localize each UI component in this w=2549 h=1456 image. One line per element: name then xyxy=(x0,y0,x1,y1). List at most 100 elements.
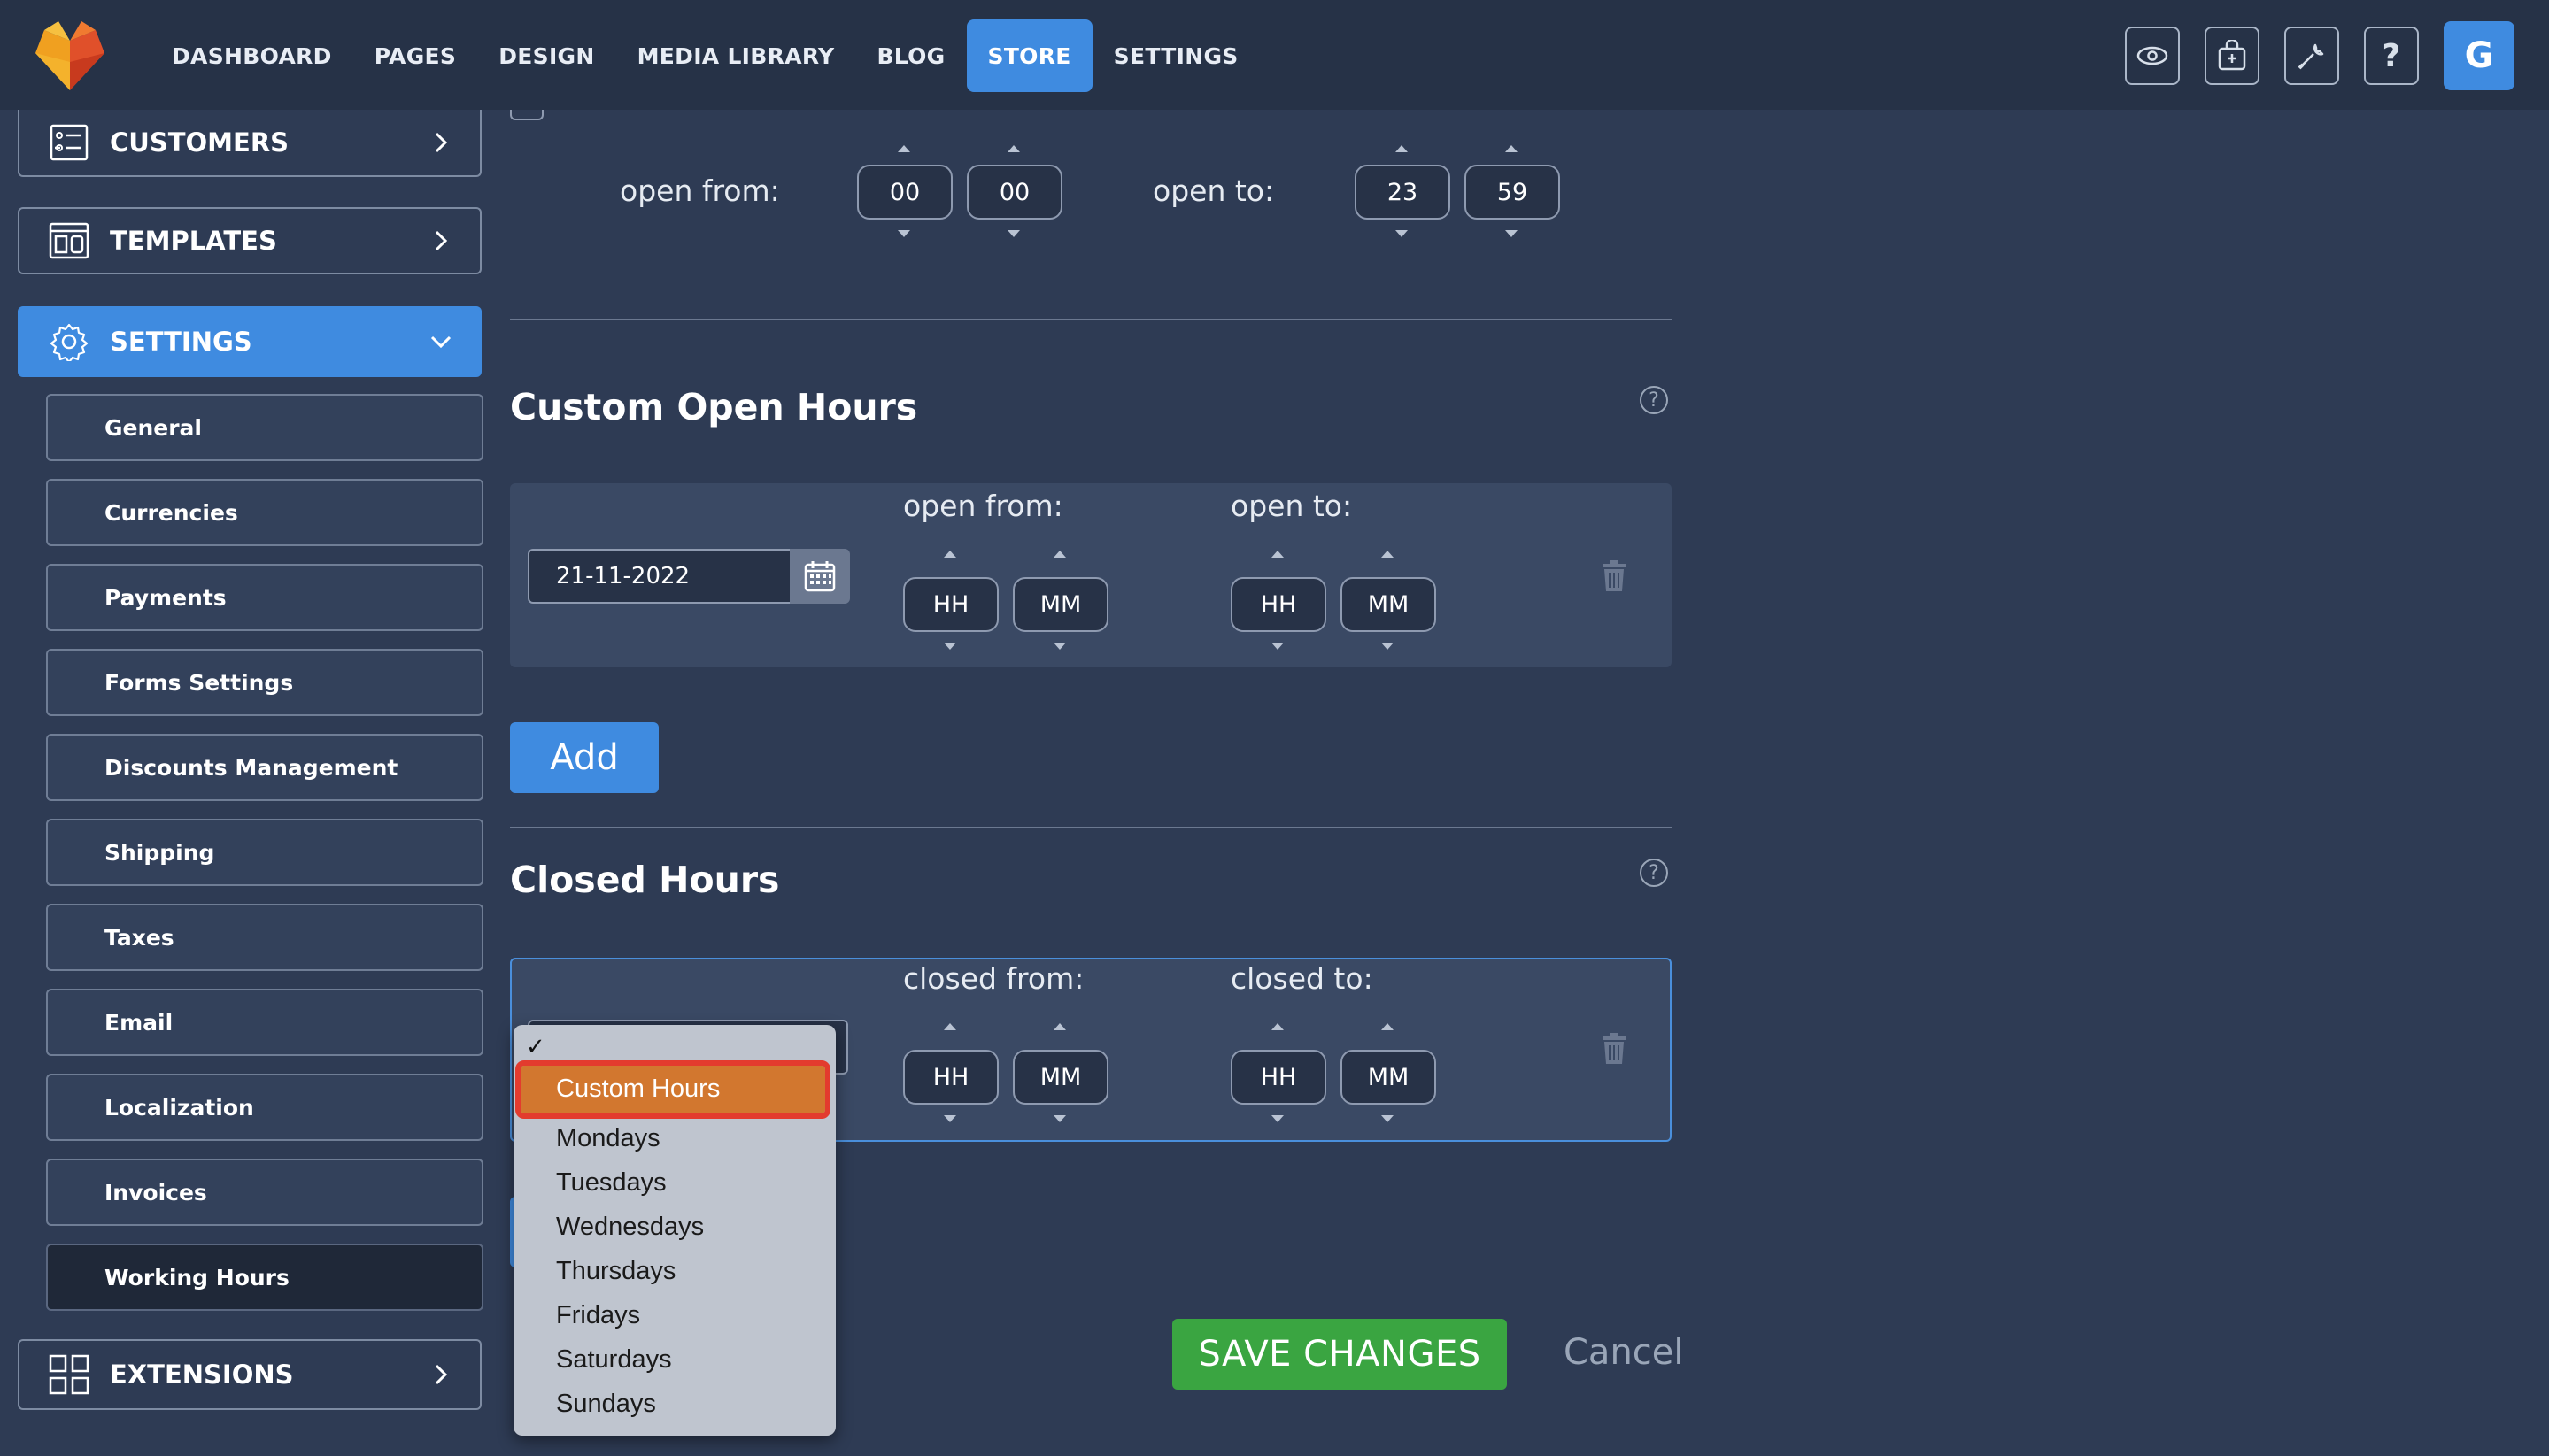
calendar-icon[interactable] xyxy=(790,549,850,604)
avatar[interactable]: G xyxy=(2444,21,2514,90)
custom-to-hh-down[interactable] xyxy=(1271,643,1284,650)
sidebar-item-settings[interactable]: SETTINGS xyxy=(18,306,482,377)
weekly-from-hh-down[interactable] xyxy=(898,230,910,237)
nav-design[interactable]: DESIGN xyxy=(477,19,615,92)
divider xyxy=(510,827,1672,828)
dropdown-option-label: Custom Hours xyxy=(556,1075,721,1103)
nav-dashboard[interactable]: DASHBOARD xyxy=(151,19,353,92)
sidebar-sub-shipping[interactable]: Shipping xyxy=(46,819,483,886)
custom-open-help-icon[interactable]: ? xyxy=(1640,386,1668,414)
weekly-from-mm-input[interactable]: 00 xyxy=(967,165,1062,220)
custom-to-mm-input[interactable]: MM xyxy=(1340,577,1436,632)
closed-from-hh-input[interactable]: HH xyxy=(903,1050,999,1105)
help-icon[interactable]: ? xyxy=(2364,27,2419,85)
closed-from-hh-up[interactable] xyxy=(944,1023,956,1030)
sidebar-sub-forms-settings[interactable]: Forms Settings xyxy=(46,649,483,716)
sidebar-label-extensions: EXTENSIONS xyxy=(110,1360,294,1390)
closed-to-mm-input[interactable]: MM xyxy=(1340,1050,1436,1105)
nav-store[interactable]: STORE xyxy=(966,19,1093,92)
weekly-from-hh-up[interactable] xyxy=(898,145,910,152)
custom-from-mm-input[interactable]: MM xyxy=(1013,577,1108,632)
sidebar-sub-currencies[interactable]: Currencies xyxy=(46,479,483,546)
dropdown-option-thursdays[interactable]: Thursdays xyxy=(556,1257,676,1286)
dropdown-option-tuesdays[interactable]: Tuesdays xyxy=(556,1168,667,1198)
sidebar-label-customers: CUSTOMERS xyxy=(110,127,290,158)
closed-from-mm-input[interactable]: MM xyxy=(1013,1050,1108,1105)
custom-from-mm-up[interactable] xyxy=(1054,551,1066,558)
closed-hours-help-icon[interactable]: ? xyxy=(1640,859,1668,887)
weekly-to-mm-up[interactable] xyxy=(1505,145,1518,152)
closed-from-mm-up[interactable] xyxy=(1054,1023,1066,1030)
add-custom-hours-button[interactable]: Add xyxy=(510,722,659,793)
top-bar: DASHBOARD PAGES DESIGN MEDIA LIBRARY BLO… xyxy=(0,0,2549,110)
custom-from-hh-up[interactable] xyxy=(944,551,956,558)
nav-blog[interactable]: BLOG xyxy=(855,19,966,92)
weekly-from-hh-input[interactable]: 00 xyxy=(857,165,953,220)
divider xyxy=(510,319,1672,320)
sidebar-label-settings: SETTINGS xyxy=(110,327,252,357)
sidebar-sub-discounts-management[interactable]: Discounts Management xyxy=(46,734,483,801)
weekly-open-from-label: open from: xyxy=(620,173,780,208)
shop-bag-icon[interactable] xyxy=(2205,27,2259,85)
cancel-link[interactable]: Cancel xyxy=(1564,1332,1684,1373)
closed-to-hh-up[interactable] xyxy=(1271,1023,1284,1030)
sidebar-sub-taxes[interactable]: Taxes xyxy=(46,904,483,971)
closed-from-mm-down[interactable] xyxy=(1054,1115,1066,1122)
dropdown-option-mondays[interactable]: Mondays xyxy=(556,1124,660,1153)
closed-to-mm-up[interactable] xyxy=(1381,1023,1394,1030)
customers-icon xyxy=(46,119,92,166)
preview-eye-icon[interactable] xyxy=(2125,27,2180,85)
dropdown-option-custom-hours[interactable]: Custom Hours xyxy=(515,1060,830,1119)
custom-to-hh-input[interactable]: HH xyxy=(1231,577,1326,632)
chevron-right-icon xyxy=(423,1363,459,1386)
weekly-to-mm-down[interactable] xyxy=(1505,230,1518,237)
trash-icon[interactable] xyxy=(1601,559,1627,593)
extensions-grid-icon xyxy=(46,1352,92,1398)
sidebar-item-templates[interactable]: TEMPLATES xyxy=(18,207,482,274)
weekly-from-mm-up[interactable] xyxy=(1008,145,1020,152)
closed-to-label: closed to: xyxy=(1231,961,1373,996)
sidebar-sub-email[interactable]: Email xyxy=(46,989,483,1056)
sidebar-item-customers[interactable]: CUSTOMERS xyxy=(18,110,482,177)
custom-to-mm-up[interactable] xyxy=(1381,551,1394,558)
custom-from-mm-down[interactable] xyxy=(1054,643,1066,650)
nav-settings[interactable]: SETTINGS xyxy=(1093,19,1260,92)
gear-icon xyxy=(46,319,92,365)
weekly-to-hh-down[interactable] xyxy=(1395,230,1408,237)
nav-media-library[interactable]: MEDIA LIBRARY xyxy=(616,19,856,92)
closed-to-hh-input[interactable]: HH xyxy=(1231,1050,1326,1105)
wrench-icon[interactable] xyxy=(2284,27,2339,85)
logo-icon[interactable] xyxy=(32,18,108,94)
custom-from-hh-down[interactable] xyxy=(944,643,956,650)
custom-to-mm-down[interactable] xyxy=(1381,643,1394,650)
weekly-from-mm-down[interactable] xyxy=(1008,230,1020,237)
dropdown-option-fridays[interactable]: Fridays xyxy=(556,1301,640,1330)
dropdown-option-saturdays[interactable]: Saturdays xyxy=(556,1345,672,1375)
dropdown-option-wednesdays[interactable]: Wednesdays xyxy=(556,1213,704,1242)
closed-hours-title: Closed Hours xyxy=(510,859,780,901)
custom-to-hh-up[interactable] xyxy=(1271,551,1284,558)
closed-to-mm-down[interactable] xyxy=(1381,1115,1394,1122)
weekly-to-hh-input[interactable]: 23 xyxy=(1355,165,1450,220)
weekly-to-mm-input[interactable]: 59 xyxy=(1464,165,1560,220)
checkmark-icon: ✓ xyxy=(526,1034,545,1060)
closed-day-dropdown: ✓ Custom Hours Mondays Tuesdays Wednesda… xyxy=(514,1025,836,1436)
sidebar-sub-working-hours[interactable]: Working Hours xyxy=(46,1244,483,1311)
save-changes-button[interactable]: SAVE CHANGES xyxy=(1172,1319,1507,1390)
templates-icon xyxy=(46,218,92,264)
sidebar-sub-payments[interactable]: Payments xyxy=(46,564,483,631)
trash-icon[interactable] xyxy=(1601,1032,1627,1066)
custom-from-hh-input[interactable]: HH xyxy=(903,577,999,632)
nav-pages[interactable]: PAGES xyxy=(353,19,477,92)
custom-open-hours-title: Custom Open Hours xyxy=(510,386,918,428)
sidebar-sub-localization[interactable]: Localization xyxy=(46,1074,483,1141)
closed-to-hh-down[interactable] xyxy=(1271,1115,1284,1122)
closed-from-hh-down[interactable] xyxy=(944,1115,956,1122)
weekly-to-hh-up[interactable] xyxy=(1395,145,1408,152)
sidebar-sub-invoices[interactable]: Invoices xyxy=(46,1159,483,1226)
sidebar-item-extensions[interactable]: EXTENSIONS xyxy=(18,1339,482,1410)
day-checkbox[interactable] xyxy=(510,110,544,120)
dropdown-option-sundays[interactable]: Sundays xyxy=(556,1390,656,1419)
chevron-down-icon xyxy=(423,335,459,349)
sidebar-sub-general[interactable]: General xyxy=(46,394,483,461)
